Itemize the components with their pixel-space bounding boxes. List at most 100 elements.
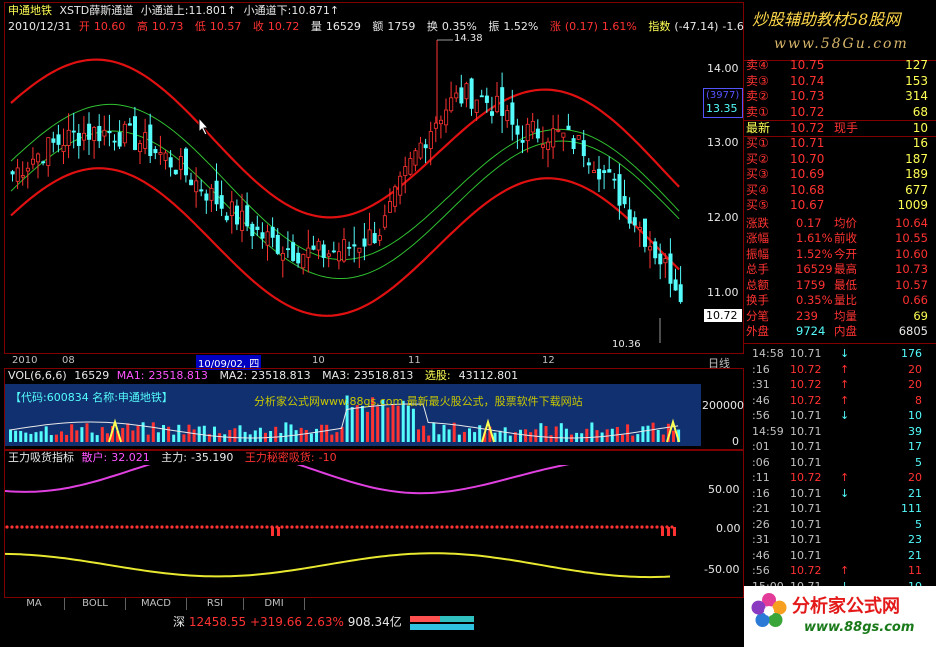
- tick-row[interactable]: :11 10.72 ↑ 20: [744, 470, 936, 486]
- stat-label: 涨跌: [746, 215, 769, 230]
- tick-row[interactable]: 14:59 10.71 39: [744, 424, 936, 440]
- volume-bar: [151, 422, 155, 442]
- volume-bar: [121, 427, 125, 442]
- candle-body: [352, 244, 357, 247]
- time-axis[interactable]: [4, 354, 704, 369]
- tab-dmi[interactable]: DMI: [244, 598, 305, 610]
- low-value: 10.57: [209, 20, 242, 33]
- volume-bar: [447, 429, 451, 442]
- tick-row[interactable]: :26 10.71 5: [744, 517, 936, 533]
- vol-value: 16529: [325, 20, 361, 33]
- candle-body: [20, 175, 25, 178]
- volume-bar: [406, 405, 410, 442]
- volume-bar: [473, 432, 477, 442]
- tick-row[interactable]: :31 10.72 ↑ 20: [744, 377, 936, 393]
- tab-boll[interactable]: BOLL: [65, 598, 126, 610]
- secret-buy-dot: [430, 525, 434, 529]
- secret-buy-dot: [455, 525, 459, 529]
- tab-macd[interactable]: MACD: [126, 598, 187, 610]
- tick-price: 10.71: [790, 548, 822, 562]
- secret-buy-dot: [290, 525, 294, 529]
- bid-row[interactable]: 买② 10.70 187: [744, 152, 936, 167]
- tab-rsi[interactable]: RSI: [187, 598, 244, 610]
- index-bar[interactable]: 深 12458.55 +319.66 2.63% 908.34亿: [173, 614, 402, 630]
- secret-buy-dot: [255, 525, 259, 529]
- bid-row[interactable]: 买⑤ 10.67 1009: [744, 198, 936, 213]
- candle-body: [219, 195, 224, 209]
- candle-body: [474, 99, 479, 113]
- volume-bar: [462, 431, 466, 442]
- tick-row[interactable]: :16 10.72 ↑ 20: [744, 362, 936, 378]
- price-chart[interactable]: [5, 3, 743, 353]
- candle-body: [153, 149, 158, 154]
- secret-buy-dot: [180, 525, 184, 529]
- ask-row[interactable]: 卖② 10.73 314: [744, 89, 936, 104]
- ask-volume: 153: [905, 73, 928, 88]
- candle-body: [214, 180, 219, 205]
- volume-bar: [289, 424, 293, 442]
- volume-bar: [279, 432, 283, 442]
- secret-buy-dot: [375, 525, 379, 529]
- indicator-chart[interactable]: [5, 465, 701, 595]
- tick-row[interactable]: :31 10.71 23: [744, 532, 936, 548]
- stat-value: 0.35%: [796, 293, 833, 307]
- site-logo[interactable]: 分析家公式网 www.88gs.com: [744, 586, 936, 647]
- candle-body: [30, 158, 35, 165]
- current-price-box: (3977) 13.35: [703, 88, 743, 118]
- tick-row[interactable]: :06 10.71 5: [744, 455, 936, 471]
- candle-body: [525, 123, 530, 142]
- secret-buy-dot: [10, 525, 14, 529]
- secret-buy-dot: [110, 525, 114, 529]
- ask-row[interactable]: 卖① 10.72 68: [744, 105, 936, 120]
- bid-row[interactable]: 买④ 10.68 677: [744, 183, 936, 198]
- secret-buy-dot: [105, 525, 109, 529]
- volume-bar: [391, 404, 395, 442]
- volume-bar: [366, 411, 369, 442]
- stat-row: 总额 1759 最低 10.57: [744, 278, 936, 293]
- candle-body: [127, 123, 132, 126]
- secret-buy-dot: [240, 525, 244, 529]
- volume-bar: [575, 432, 579, 442]
- latest-row[interactable]: 最新 10.72 现手 10: [744, 120, 936, 137]
- tick-row[interactable]: :21 10.71 111: [744, 501, 936, 517]
- tick-row[interactable]: :56 10.71 ↓ 10: [744, 408, 936, 424]
- tick-volume: 21: [908, 548, 922, 562]
- header-line-1: 申通地铁 XSTD薛斯通道 小通道上:11.801↑ 小通道下:10.871↑: [8, 4, 343, 18]
- chart-area[interactable]: 申通地铁 XSTD薛斯通道 小通道上:11.801↑ 小通道下:10.871↑ …: [0, 0, 761, 610]
- bid-row[interactable]: 买① 10.71 16: [744, 136, 936, 151]
- tab-ma[interactable]: MA: [4, 598, 65, 610]
- ad-banner[interactable]: 炒股辅助教材58股网 www.58Gu.com: [744, 0, 936, 61]
- time-label-2010: 2010: [12, 355, 38, 366]
- bid-row[interactable]: 买③ 10.69 189: [744, 167, 936, 182]
- ask-row[interactable]: 卖④ 10.75 127: [744, 58, 936, 73]
- secret-buy-dot: [45, 525, 49, 529]
- vol-axis-top: 200000: [702, 399, 744, 412]
- tick-row[interactable]: :56 10.72 ↑ 11: [744, 563, 936, 579]
- candle-body: [36, 153, 41, 163]
- change-pct: 1.61%: [601, 20, 637, 33]
- tick-row[interactable]: :46 10.72 ↑ 8: [744, 393, 936, 409]
- candle-body: [622, 196, 627, 205]
- tick-row[interactable]: :01 10.71 17: [744, 439, 936, 455]
- bid-label: 买③: [746, 167, 769, 181]
- volume-bar: [636, 434, 640, 442]
- secret-buy-dot: [465, 525, 469, 529]
- volume-bar: [360, 405, 364, 442]
- tick-row[interactable]: 14:58 10.71 ↓ 176: [744, 346, 936, 362]
- secret-buy-dot: [200, 525, 204, 529]
- candle-body: [541, 144, 546, 148]
- index-label: 指数: [648, 20, 671, 33]
- ma3-label: MA3:: [322, 369, 350, 382]
- amount-value: 1759: [387, 20, 416, 33]
- candle-body: [403, 166, 408, 177]
- stat-value: 239: [796, 308, 818, 323]
- secret-buy-dot: [520, 525, 524, 529]
- volume-bar: [320, 424, 324, 442]
- ask-row[interactable]: 卖③ 10.74 153: [744, 74, 936, 89]
- secret-buy-dot: [345, 525, 349, 529]
- tick-row[interactable]: :16 10.71 ↓ 21: [744, 486, 936, 502]
- tick-row[interactable]: :46 10.71 21: [744, 548, 936, 564]
- bid-label: 买④: [746, 182, 769, 197]
- tick-time: :56: [752, 409, 770, 422]
- retail-label: 散户:: [81, 451, 108, 464]
